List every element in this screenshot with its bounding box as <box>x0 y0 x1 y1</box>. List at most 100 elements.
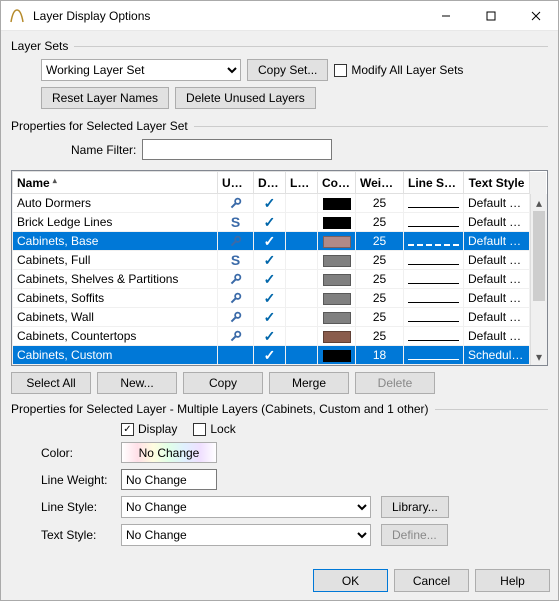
merge-button[interactable]: Merge <box>269 372 349 394</box>
cell-disp[interactable]: ✓ <box>254 194 286 213</box>
cancel-button[interactable]: Cancel <box>394 569 469 592</box>
cell-name: Cabinets, Shelves & Partitions <box>13 270 218 289</box>
select-all-button[interactable]: Select All <box>11 372 91 394</box>
cell-name: Brick Ledge Lines <box>13 213 218 232</box>
cell-disp[interactable]: ✓ <box>254 270 286 289</box>
window-title: Layer Display Options <box>33 9 423 23</box>
table-row[interactable]: Cabinets, Shelves & Partitions✓25Default… <box>13 270 547 289</box>
cell-color[interactable] <box>318 346 356 365</box>
cell-textstyle: Default Te... <box>464 308 530 327</box>
cell-linestyle[interactable] <box>404 251 464 270</box>
display-checkbox[interactable]: ✓Display <box>121 422 177 436</box>
layer-grid[interactable]: Name▴ Used Disp Lock Color Weight Line S… <box>11 170 548 366</box>
line-solid-icon <box>408 207 459 208</box>
check-icon: ✓ <box>264 195 276 211</box>
cell-lock[interactable] <box>286 232 318 251</box>
cell-color[interactable] <box>318 270 356 289</box>
scroll-down-icon[interactable]: ▾ <box>531 348 547 365</box>
cell-linestyle[interactable] <box>404 327 464 346</box>
check-icon: ✓ <box>264 233 276 249</box>
color-button[interactable]: No Change <box>121 442 217 463</box>
copy-layer-button[interactable]: Copy <box>183 372 263 394</box>
table-row[interactable]: Cabinets, Base✓25Default Te... <box>13 232 547 251</box>
delete-unused-layers-button[interactable]: Delete Unused Layers <box>175 87 316 109</box>
col-lock[interactable]: Lock <box>286 172 318 194</box>
cell-color[interactable] <box>318 308 356 327</box>
scroll-thumb[interactable] <box>533 211 545 301</box>
cell-lock[interactable] <box>286 213 318 232</box>
cell-lock[interactable] <box>286 289 318 308</box>
table-row[interactable]: Auto Dormers✓25Default Te... <box>13 194 547 213</box>
cell-linestyle[interactable] <box>404 232 464 251</box>
cell-lock[interactable] <box>286 308 318 327</box>
help-button[interactable]: Help <box>475 569 550 592</box>
cell-linestyle[interactable] <box>404 270 464 289</box>
cell-color[interactable] <box>318 289 356 308</box>
col-weight[interactable]: Weight <box>356 172 404 194</box>
cell-disp[interactable]: ✓ <box>254 327 286 346</box>
cell-lock[interactable] <box>286 327 318 346</box>
cell-linestyle[interactable] <box>404 289 464 308</box>
lineweight-input[interactable] <box>121 469 217 490</box>
cell-color[interactable] <box>318 232 356 251</box>
lineweight-label: Line Weight: <box>41 473 121 487</box>
cell-name: Cabinets, Wall <box>13 308 218 327</box>
check-icon: ✓ <box>264 309 276 325</box>
table-row[interactable]: Cabinets, FullS✓25Default Te... <box>13 251 547 270</box>
close-button[interactable] <box>513 1 558 31</box>
col-disp[interactable]: Disp <box>254 172 286 194</box>
textstyle-select[interactable]: No Change <box>121 524 371 546</box>
cell-disp[interactable]: ✓ <box>254 308 286 327</box>
cell-color[interactable] <box>318 194 356 213</box>
library-button[interactable]: Library... <box>381 496 449 518</box>
table-row[interactable]: Cabinets, Countertops✓25Default Te... <box>13 327 547 346</box>
cell-lock[interactable] <box>286 194 318 213</box>
cell-weight: 25 <box>356 251 404 270</box>
cell-used: S <box>218 213 254 232</box>
color-label: Color: <box>41 446 121 460</box>
cell-linestyle[interactable] <box>404 194 464 213</box>
cell-linestyle[interactable] <box>404 213 464 232</box>
grid-scrollbar[interactable]: ▴ ▾ <box>530 194 547 365</box>
cell-color[interactable] <box>318 327 356 346</box>
cell-lock[interactable] <box>286 270 318 289</box>
new-layer-button[interactable]: New... <box>97 372 177 394</box>
reset-layer-names-button[interactable]: Reset Layer Names <box>41 87 169 109</box>
cell-disp[interactable]: ✓ <box>254 346 286 365</box>
col-color[interactable]: Color <box>318 172 356 194</box>
wrench-icon <box>229 234 243 248</box>
table-row[interactable]: Cabinets, Wall✓25Default Te... <box>13 308 547 327</box>
s-icon: S <box>231 216 240 230</box>
cell-disp[interactable]: ✓ <box>254 232 286 251</box>
namefilter-input[interactable] <box>142 139 332 160</box>
scroll-up-icon[interactable]: ▴ <box>531 194 547 211</box>
minimize-button[interactable] <box>423 1 468 31</box>
modify-all-checkbox[interactable]: Modify All Layer Sets <box>334 63 463 77</box>
cell-linestyle[interactable] <box>404 346 464 365</box>
cell-weight: 25 <box>356 270 404 289</box>
maximize-button[interactable] <box>468 1 513 31</box>
cell-disp[interactable]: ✓ <box>254 251 286 270</box>
table-row[interactable]: Brick Ledge LinesS✓25Default Te... <box>13 213 547 232</box>
copy-set-button[interactable]: Copy Set... <box>247 59 328 81</box>
cell-disp[interactable]: ✓ <box>254 213 286 232</box>
cell-color[interactable] <box>318 251 356 270</box>
col-linestyle[interactable]: Line Style <box>404 172 464 194</box>
table-row[interactable]: Cabinets, Custom✓18Schedule ... <box>13 346 547 365</box>
col-used[interactable]: Used <box>218 172 254 194</box>
lock-checkbox[interactable]: Lock <box>193 422 235 436</box>
linestyle-select[interactable]: No Change <box>121 496 371 518</box>
cell-color[interactable] <box>318 213 356 232</box>
ok-button[interactable]: OK <box>313 569 388 592</box>
cell-lock[interactable] <box>286 346 318 365</box>
cell-disp[interactable]: ✓ <box>254 289 286 308</box>
cell-used <box>218 289 254 308</box>
cell-linestyle[interactable] <box>404 308 464 327</box>
cell-textstyle: Default Te... <box>464 213 530 232</box>
cell-textstyle: Default Te... <box>464 327 530 346</box>
table-row[interactable]: Cabinets, Soffits✓25Default Te... <box>13 289 547 308</box>
cell-lock[interactable] <box>286 251 318 270</box>
layerset-select[interactable]: Working Layer Set <box>41 59 241 81</box>
col-textstyle[interactable]: Text Style <box>464 172 530 194</box>
col-name[interactable]: Name▴ <box>13 172 218 194</box>
